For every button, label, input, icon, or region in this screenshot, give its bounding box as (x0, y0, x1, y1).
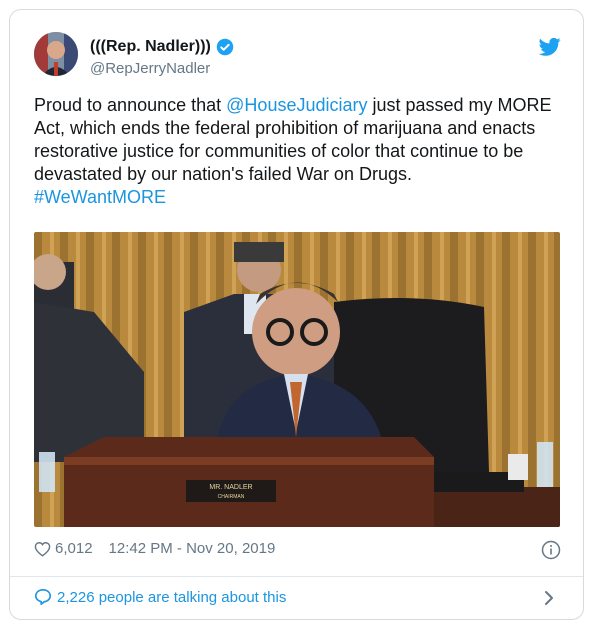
tweet-photo[interactable]: MR. NADLER CHAIRMAN (34, 232, 560, 527)
chevron-right-icon[interactable] (543, 590, 555, 606)
user-handle[interactable]: @RepJerryNadler (90, 60, 210, 77)
avatar[interactable] (34, 32, 78, 76)
tweet-text: Proud to announce that @HouseJudiciary j… (34, 94, 564, 209)
nameplate-name: MR. NADLER (209, 484, 252, 491)
conversation-link[interactable]: 2,226 people are talking about this (34, 588, 286, 606)
talking-count-link[interactable]: 2,226 people are talking about this (57, 589, 286, 606)
tweet-card[interactable]: (((Rep. Nadler))) @RepJerryNadler Proud … (9, 9, 584, 620)
tweet-text-intro: Proud to announce that (34, 95, 227, 115)
mention-link[interactable]: @HouseJudiciary (226, 95, 367, 115)
tweet-timestamp[interactable]: 12:42 PM - Nov 20, 2019 (109, 540, 276, 557)
nameplate-title: CHAIRMAN (218, 494, 245, 500)
info-icon[interactable] (541, 540, 561, 560)
heart-icon[interactable] (34, 541, 51, 557)
like-count[interactable]: 6,012 (55, 540, 93, 557)
hashtag-link[interactable]: #WeWantMORE (34, 187, 166, 207)
display-name[interactable]: (((Rep. Nadler))) (90, 38, 211, 56)
divider (10, 576, 583, 577)
verified-badge-icon (216, 38, 234, 56)
speech-bubble-icon (34, 588, 52, 606)
twitter-bird-icon[interactable] (539, 37, 561, 57)
